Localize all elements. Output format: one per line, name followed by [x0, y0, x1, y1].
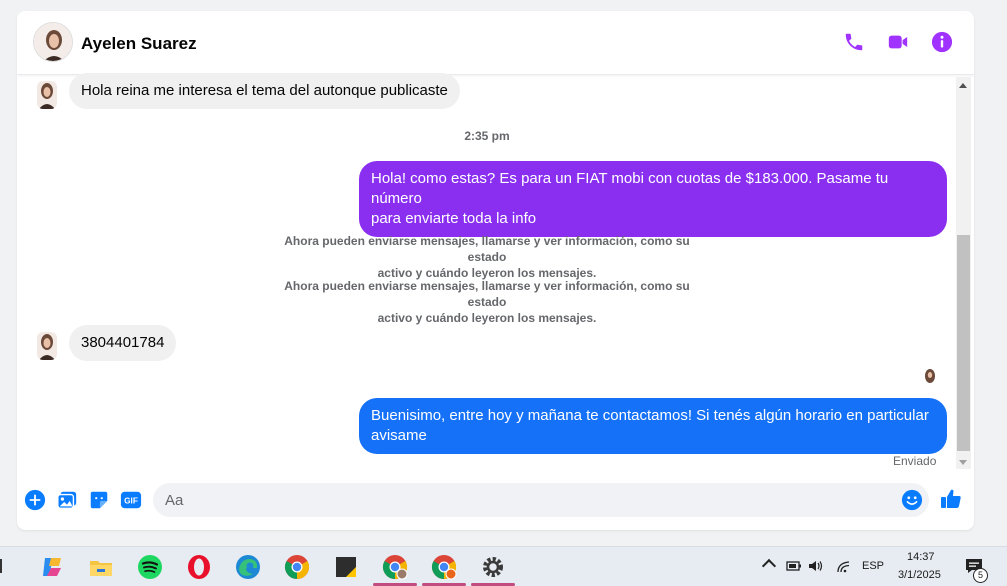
gif-icon-label: GIF: [124, 497, 138, 506]
taskbar: ESP 14:37 3/1/2025 5: [0, 546, 1007, 586]
file-explorer-icon[interactable]: [88, 554, 114, 580]
task-view-icon[interactable]: [0, 559, 6, 573]
message-outgoing[interactable]: Buenisimo, entre hoy y mañana te contact…: [359, 398, 947, 454]
language-indicator[interactable]: ESP: [862, 560, 884, 572]
edge-icon[interactable]: [235, 554, 261, 580]
sticker-icon[interactable]: [88, 489, 110, 511]
sender-avatar[interactable]: [37, 332, 57, 360]
message-outgoing[interactable]: Hola! como estas? Es para un FIAT mobi c…: [359, 161, 947, 237]
network-icon[interactable]: [836, 559, 852, 578]
scroll-thumb[interactable]: [957, 235, 970, 451]
system-message-line: Ahora pueden enviarse mensajes, llamarse…: [284, 234, 690, 264]
chrome-profile-icon[interactable]: [431, 554, 457, 580]
message-composer[interactable]: [153, 483, 929, 517]
scroll-up-arrow-icon[interactable]: [959, 83, 967, 88]
system-message: Ahora pueden enviarse mensajes, llamarse…: [267, 233, 707, 281]
battery-icon[interactable]: [786, 559, 802, 578]
message-text-line: Hola! como estas? Es para un FIAT mobi c…: [371, 170, 889, 207]
message-incoming[interactable]: Hola reina me interesa el tema del auton…: [69, 73, 460, 109]
video-icon[interactable]: [887, 31, 909, 53]
system-message-line: Ahora pueden enviarse mensajes, llamarse…: [284, 279, 690, 309]
emoji-icon[interactable]: [901, 489, 923, 511]
chat-header: Ayelen Suarez: [17, 11, 974, 75]
message-text-line: Buenisimo, entre hoy y mañana te contact…: [371, 407, 929, 424]
system-message: Ahora pueden enviarse mensajes, llamarse…: [267, 278, 707, 326]
message-input[interactable]: [165, 483, 885, 517]
message-text-line: para enviarte toda la info: [371, 210, 537, 227]
contact-avatar[interactable]: [33, 22, 73, 62]
contact-name[interactable]: Ayelen Suarez: [81, 34, 197, 54]
message-status: Enviado: [893, 454, 937, 468]
clock-time[interactable]: 14:37: [907, 551, 935, 563]
volume-icon[interactable]: [808, 559, 824, 578]
like-icon[interactable]: [939, 487, 963, 511]
plus-icon[interactable]: [24, 489, 46, 511]
chrome-profile-icon[interactable]: [382, 554, 408, 580]
system-message-line: activo y cuándo leyeron los mensajes.: [377, 311, 597, 325]
seen-avatar-icon: [925, 369, 935, 383]
sticky-notes-icon[interactable]: [333, 554, 359, 580]
image-icon[interactable]: [56, 489, 78, 511]
opera-icon[interactable]: [186, 554, 212, 580]
copilot-icon[interactable]: [39, 554, 65, 580]
chat-scrollbar[interactable]: [956, 77, 971, 469]
info-icon[interactable]: [931, 31, 953, 53]
message-text: Hola reina me interesa el tema del auton…: [81, 82, 448, 99]
chrome-icon[interactable]: [284, 554, 310, 580]
chevron-up-icon[interactable]: [761, 558, 777, 574]
clock-date[interactable]: 3/1/2025: [898, 569, 941, 581]
message-text: 3804401784: [81, 334, 165, 351]
gif-icon[interactable]: GIF: [120, 489, 142, 511]
spotify-icon[interactable]: [137, 554, 163, 580]
scroll-down-arrow-icon[interactable]: [959, 460, 967, 465]
settings-icon[interactable]: [480, 554, 506, 580]
sender-avatar[interactable]: [37, 81, 57, 109]
message-text-line: avisame: [371, 427, 427, 444]
message-incoming[interactable]: 3804401784: [69, 325, 177, 361]
notification-count-badge: 5: [973, 568, 988, 583]
messenger-window: Ayelen Suarez Hola reina me interesa el …: [17, 11, 974, 530]
message-timestamp: 2:35 pm: [464, 129, 510, 143]
phone-icon[interactable]: [843, 31, 865, 53]
